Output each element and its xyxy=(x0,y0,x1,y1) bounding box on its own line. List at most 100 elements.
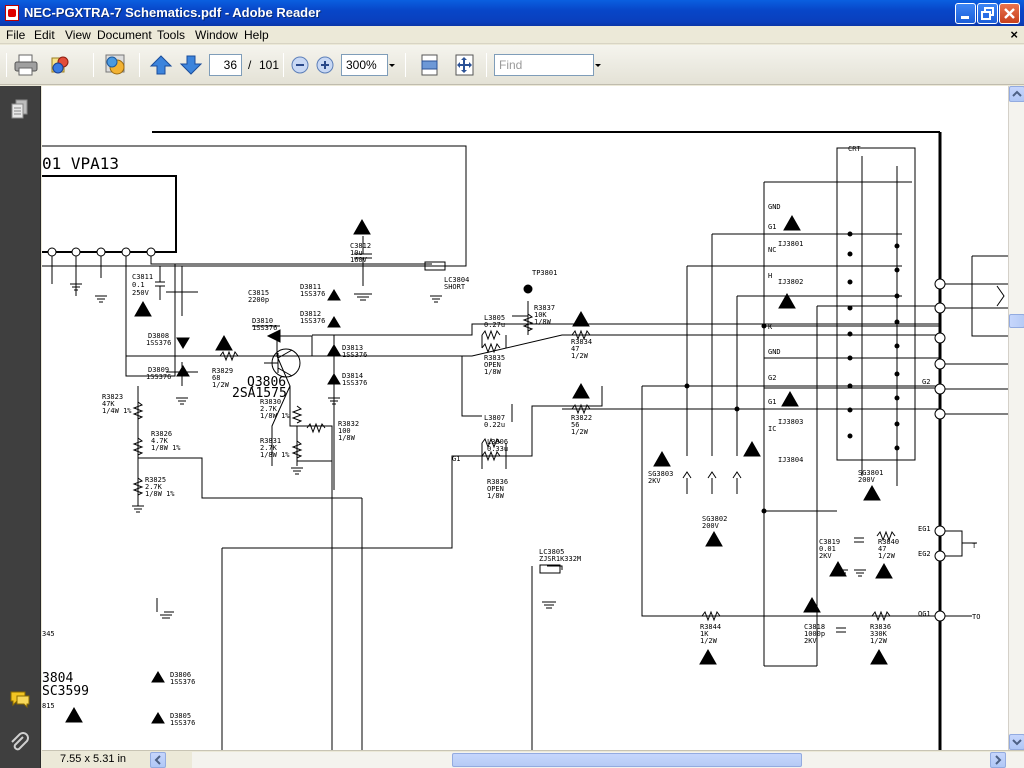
schematic-label: ZJSR1K332M xyxy=(539,555,581,563)
menu-bar: File Edit View Document Tools Window Hel… xyxy=(0,26,1024,44)
menu-help[interactable]: Help xyxy=(244,28,269,42)
zoom-in-icon[interactable] xyxy=(313,53,339,77)
menu-view[interactable]: View xyxy=(65,28,91,42)
schematic-label: GND xyxy=(768,203,781,211)
schematic-label: IJ3803 xyxy=(778,418,803,426)
horizontal-scrollbar[interactable] xyxy=(192,752,1024,768)
menu-file[interactable]: File xyxy=(6,28,25,42)
next-page-icon[interactable] xyxy=(178,53,204,77)
schematic-label: 0.27u xyxy=(484,321,505,329)
scroll-up-button[interactable] xyxy=(1009,86,1024,102)
organize-icon[interactable] xyxy=(49,53,75,77)
schematic-label: 1/8W xyxy=(484,368,502,376)
navigation-pane xyxy=(0,86,41,768)
find-input[interactable]: Find xyxy=(494,54,594,76)
schematic-label: 250V xyxy=(132,289,150,297)
schematic-label: TO xyxy=(972,613,980,621)
document-view[interactable]: 01 VPA13 C3811 0.1 250V D3808 1SS376 D38… xyxy=(42,86,1008,750)
schematic-label: 1SS376 xyxy=(146,339,171,347)
schematic-label: 1/8W 1% xyxy=(260,451,290,459)
vertical-scrollbar[interactable] xyxy=(1008,86,1024,750)
schematic-label: 1/2W xyxy=(212,381,230,389)
menu-document[interactable]: Document xyxy=(97,28,152,42)
schematic-label: 1/4W 1% xyxy=(102,407,132,415)
pdf-file-icon xyxy=(5,5,19,21)
schematic-label: 815 xyxy=(42,702,55,710)
comments-panel-icon[interactable] xyxy=(9,688,31,710)
zoom-level-field[interactable]: 300% xyxy=(341,54,388,76)
schematic-label: IJ3801 xyxy=(778,240,803,248)
document-close-button[interactable]: × xyxy=(1010,27,1018,42)
full-screen-icon[interactable] xyxy=(452,53,478,77)
schematic-label: 1SS376 xyxy=(300,290,325,298)
attachments-panel-icon[interactable] xyxy=(9,732,31,754)
page-separator: / xyxy=(248,58,252,72)
zoom-dropdown-icon[interactable] xyxy=(386,53,398,77)
toolbar: 36 / 101 300% Find xyxy=(0,45,1024,85)
schematic-label: 1SS376 xyxy=(342,379,367,387)
collaborate-icon[interactable] xyxy=(103,53,129,77)
schematic-label: 0.33u xyxy=(487,445,508,453)
horizontal-scroll-thumb[interactable] xyxy=(452,753,802,767)
schematic-label: G1 xyxy=(452,455,460,463)
schematic-label: CRT xyxy=(848,145,861,153)
schematic-label: 1/8W xyxy=(338,434,356,442)
schematic-label: GND xyxy=(768,348,781,356)
schematic-label: EG2 xyxy=(918,550,931,558)
schematic-label: IC xyxy=(768,425,776,433)
fit-width-icon[interactable] xyxy=(417,53,443,77)
close-button[interactable] xyxy=(999,3,1020,24)
scroll-right-button[interactable] xyxy=(990,752,1006,768)
schematic-label: IJ3802 xyxy=(778,278,803,286)
status-bar: 7.55 x 5.31 in xyxy=(42,750,1024,768)
schematic-label: SHORT xyxy=(444,283,466,291)
window-title: NEC-PGXTRA-7 Schematics.pdf - Adobe Read… xyxy=(24,5,321,20)
schematic-label: 1/2W xyxy=(700,637,718,645)
schematic-label: 0.1 xyxy=(132,281,145,289)
minimize-button[interactable] xyxy=(955,3,976,24)
schematic-label: 1/2W xyxy=(571,352,589,360)
schematic-label: 2200p xyxy=(248,296,269,304)
schematic-label: 1/8W xyxy=(487,492,505,500)
schematic-label: 200V xyxy=(702,522,720,530)
schematic-label: 1SS376 xyxy=(300,317,325,325)
scroll-left-button[interactable] xyxy=(150,752,166,768)
restore-icon xyxy=(981,7,994,20)
close-icon xyxy=(1004,8,1015,19)
vertical-scroll-thumb[interactable] xyxy=(1009,314,1024,328)
schematic-label: 1SS376 xyxy=(146,373,171,381)
toolbar-separator xyxy=(283,53,284,77)
schematic-label: 1/2W xyxy=(870,637,888,645)
schematic-label: NC xyxy=(768,246,776,254)
scroll-down-button[interactable] xyxy=(1009,734,1024,750)
toolbar-separator xyxy=(405,53,406,77)
menu-edit[interactable]: Edit xyxy=(34,28,55,42)
schematic-label: G1 xyxy=(768,398,776,406)
schematic-label: 2KV xyxy=(804,637,817,645)
schematic-label: SC3599 xyxy=(42,684,89,699)
chevron-down-icon xyxy=(1012,739,1022,746)
zoom-out-icon[interactable] xyxy=(288,53,314,77)
schematic-label: G2 xyxy=(922,378,930,386)
title-bar: NEC-PGXTRA-7 Schematics.pdf - Adobe Read… xyxy=(0,0,1024,26)
page-size-readout: 7.55 x 5.31 in xyxy=(60,753,127,765)
toolbar-separator xyxy=(486,53,487,77)
print-icon[interactable] xyxy=(13,53,39,77)
schematic-label: G1 xyxy=(768,223,776,231)
page-total: 101 xyxy=(259,58,280,72)
schematic-label: 1/2W xyxy=(878,552,896,560)
schematic-label: 0.22u xyxy=(484,421,505,429)
previous-page-icon[interactable] xyxy=(148,53,174,77)
schematic-label: TP3801 xyxy=(532,269,557,277)
chevron-left-icon xyxy=(154,755,161,765)
restore-button[interactable] xyxy=(977,3,998,24)
schematic-label: 1/8W 1% xyxy=(260,412,290,420)
schematic-label: 160V xyxy=(350,256,368,264)
menu-tools[interactable]: Tools xyxy=(157,28,185,42)
toolbar-separator xyxy=(93,53,94,77)
schematic-label: 200V xyxy=(858,476,876,484)
menu-window[interactable]: Window xyxy=(195,28,238,42)
page-number-input[interactable]: 36 xyxy=(209,54,242,76)
find-dropdown-icon[interactable] xyxy=(593,53,603,77)
pages-panel-icon[interactable] xyxy=(9,98,31,120)
